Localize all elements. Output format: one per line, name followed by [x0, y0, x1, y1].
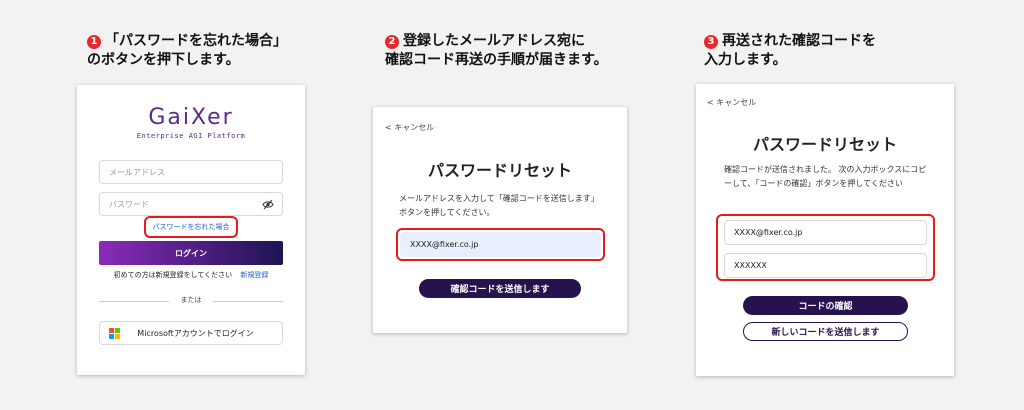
step-3-line2: 入力します。: [704, 52, 787, 68]
reset-email-value: XXXX@fixer.co.jp: [410, 240, 479, 249]
resend-code-button[interactable]: 新しいコードを送信します: [743, 322, 908, 341]
step-2-line1: 登録したメールアドレス宛に: [403, 33, 585, 49]
verification-code-field[interactable]: XXXXXX: [724, 253, 927, 278]
step-1-line2: のボタンを押下します。: [87, 52, 240, 68]
confirm-code-button[interactable]: コードの確認: [743, 296, 908, 315]
step-1-caption: 1 「パスワードを忘れた場合」 のボタンを押下します。: [87, 32, 287, 70]
verify-email-field[interactable]: XXXX@fixer.co.jp: [724, 220, 927, 245]
password-field[interactable]: パスワード: [99, 192, 283, 216]
reset-email-field[interactable]: XXXX@fixer.co.jp: [400, 232, 601, 257]
reset-title: パスワードリセット: [427, 161, 572, 180]
forgot-password-link[interactable]: パスワードを忘れた場合: [144, 222, 238, 232]
register-text: 初めての方は新規登録をしてください: [113, 271, 233, 279]
cancel-link-3[interactable]: < キャンセル: [707, 97, 756, 108]
chevron-left-icon: <: [707, 98, 714, 107]
gaixer-logo: GaiXer Enterprise AGI Platform: [77, 105, 305, 140]
microsoft-logo-icon: [109, 328, 120, 339]
logo-wordmark: GaiXer: [148, 105, 234, 130]
microsoft-button-label: Microsoftアカウントでログイン: [137, 328, 254, 338]
or-text: または: [180, 296, 202, 304]
password-placeholder: パスワード: [109, 199, 149, 209]
email-placeholder: メールアドレス: [109, 167, 165, 177]
microsoft-login-button[interactable]: Microsoftアカウントでログイン: [99, 321, 283, 345]
verify-title: パスワードリセット: [752, 135, 897, 154]
verify-card: < キャンセル パスワードリセット 確認コードが送信されました。 次の入力ボック…: [696, 84, 954, 376]
eye-off-icon[interactable]: [262, 199, 274, 212]
login-button[interactable]: ログイン: [99, 241, 283, 265]
step-2-line2: 確認コード再送の手順が届きます。: [385, 52, 608, 68]
cancel-link-2[interactable]: < キャンセル: [385, 122, 434, 133]
chevron-left-icon: <: [385, 123, 392, 132]
cancel-label: キャンセル: [394, 123, 435, 132]
step-2-number: 2: [385, 35, 399, 49]
step-2-caption: 2 登録したメールアドレス宛に 確認コード再送の手順が届きます。: [385, 32, 608, 70]
step-3-caption: 3 再送された確認コードを 入力します。: [704, 32, 876, 70]
cancel-label: キャンセル: [716, 98, 757, 107]
step-1-number: 1: [87, 35, 101, 49]
register-row: 初めての方は新規登録をしてください 新規登録: [77, 270, 305, 280]
reset-card: < キャンセル パスワードリセット メールアドレスを入力して「確認コードを送信し…: [373, 107, 627, 333]
step-3-line1: 再送された確認コードを: [722, 33, 876, 49]
verify-email-value: XXXX@fixer.co.jp: [734, 228, 803, 237]
step-3-number: 3: [704, 35, 718, 49]
login-card: GaiXer Enterprise AGI Platform メールアドレス パ…: [77, 85, 305, 375]
logo-tagline: Enterprise AGI Platform: [136, 132, 246, 140]
reset-description: メールアドレスを入力して「確認コードを送信します」ボタンを押してください。: [399, 194, 599, 217]
verify-description: 確認コードが送信されました。 次の入力ボックスにコピーして、「コードの確認」ボタ…: [724, 165, 927, 188]
email-field[interactable]: メールアドレス: [99, 160, 283, 184]
register-link[interactable]: 新規登録: [240, 271, 268, 279]
step-1-line1: 「パスワードを忘れた場合」: [105, 33, 287, 49]
verification-code-value: XXXXXX: [734, 261, 767, 270]
send-code-button[interactable]: 確認コードを送信します: [419, 279, 581, 298]
or-divider: または: [99, 295, 283, 307]
